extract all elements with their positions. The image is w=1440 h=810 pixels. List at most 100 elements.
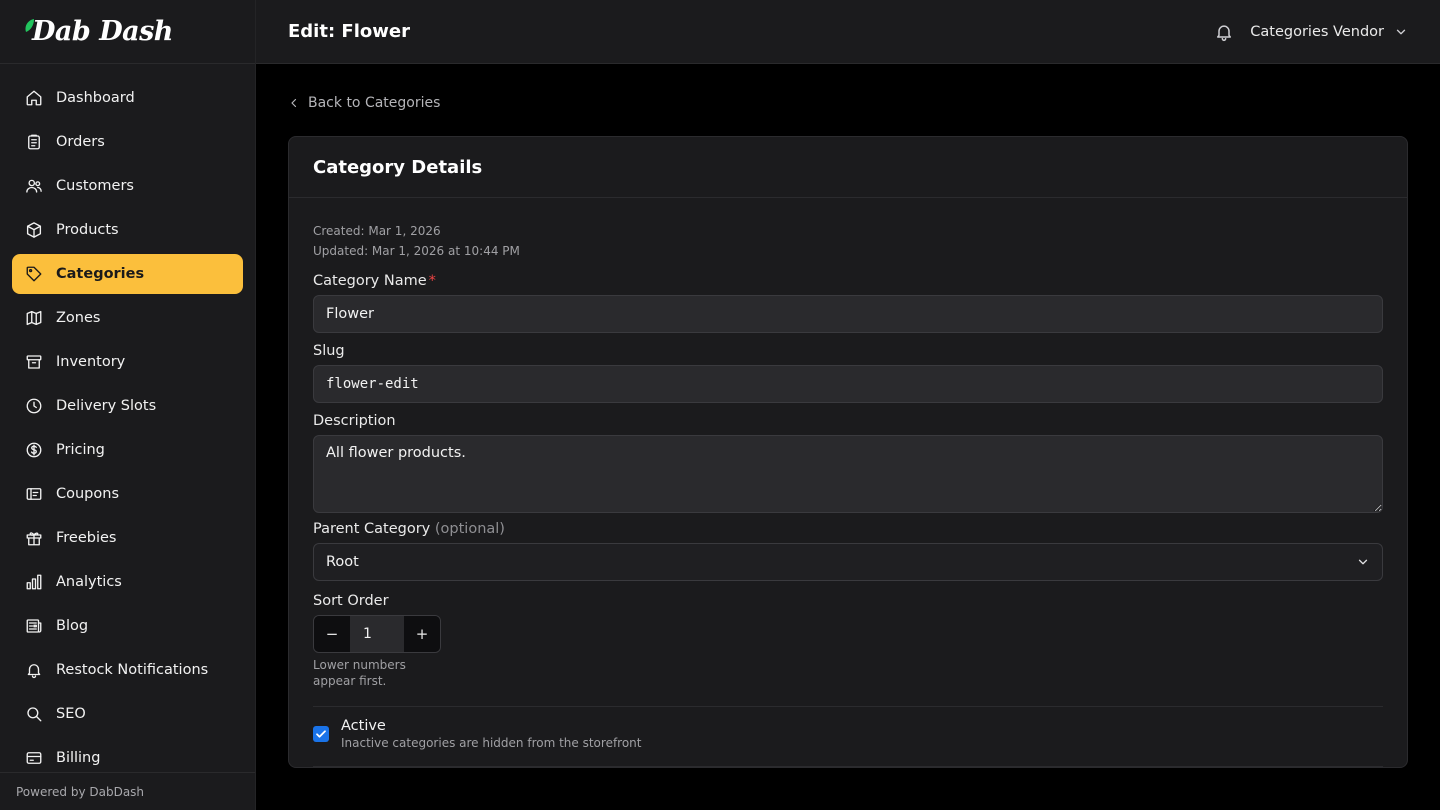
sidebar-item-customers[interactable]: Customers: [12, 166, 243, 206]
active-description: Inactive categories are hidden from the …: [341, 736, 642, 750]
sidebar-item-products[interactable]: Products: [12, 210, 243, 250]
chevron-down-icon: [1394, 25, 1408, 39]
topbar: Edit: Flower Categories Vendor: [256, 0, 1440, 64]
newspaper-icon: [24, 616, 44, 636]
active-label: Active: [341, 718, 386, 734]
checkmark-icon: [316, 730, 326, 738]
sidebar-item-label: Orders: [56, 134, 105, 150]
search-icon: [24, 704, 44, 724]
chevron-down-icon: [1356, 555, 1370, 569]
page-title: Edit: Flower: [288, 21, 410, 42]
sidebar-item-delivery-slots[interactable]: Delivery Slots: [12, 386, 243, 426]
coupon-icon: [24, 484, 44, 504]
vendor-menu[interactable]: Categories Vendor: [1250, 24, 1408, 40]
sort-order-stepper: − 1 +: [313, 615, 441, 653]
bar-chart-icon: [24, 572, 44, 592]
parent-category-select[interactable]: Root: [313, 543, 1383, 581]
sidebar-item-coupons[interactable]: Coupons: [12, 474, 243, 514]
brand-name: Dab Dash: [32, 16, 173, 47]
sidebar-item-label: Dashboard: [56, 90, 135, 106]
sidebar-item-dashboard[interactable]: Dashboard: [12, 78, 243, 118]
optional-hint: (optional): [434, 521, 505, 537]
users-icon: [24, 176, 44, 196]
sidebar-nav: Dashboard Orders Customers Products Cate…: [0, 64, 255, 778]
sidebar-item-label: Analytics: [56, 574, 122, 590]
slug-input[interactable]: [313, 365, 1383, 403]
sidebar-item-label: Delivery Slots: [56, 398, 157, 414]
vendor-name: Categories Vendor: [1250, 23, 1384, 40]
notifications-bell-icon[interactable]: [1214, 22, 1234, 42]
home-icon: [24, 88, 44, 108]
sidebar-item-orders[interactable]: Orders: [12, 122, 243, 162]
description-label: Description: [313, 413, 396, 429]
category-name-input[interactable]: [313, 295, 1383, 333]
updated-date: Updated: Mar 1, 2026 at 10:44 PM: [313, 244, 520, 258]
credit-card-icon: [24, 748, 44, 768]
tag-icon: [24, 264, 44, 284]
sidebar-item-categories[interactable]: Categories: [12, 254, 243, 294]
sidebar-item-blog[interactable]: Blog: [12, 606, 243, 646]
archive-icon: [24, 352, 44, 372]
active-checkbox[interactable]: [313, 726, 329, 742]
logo[interactable]: Dab Dash: [0, 0, 255, 64]
parent-category-value: Root: [326, 554, 359, 570]
description-textarea[interactable]: All flower products.: [313, 435, 1383, 513]
timestamps: Created: Mar 1, 2026 Updated: Mar 1, 202…: [313, 221, 1383, 261]
chevron-left-icon: [288, 97, 300, 109]
card-body: Created: Mar 1, 2026 Updated: Mar 1, 202…: [289, 198, 1407, 767]
sort-order-hint: Lower numbers appear first.: [313, 658, 406, 688]
sidebar-item-label: Restock Notifications: [56, 662, 209, 678]
page-content: Back to Categories Category Details Crea…: [256, 64, 1440, 810]
sort-order-input[interactable]: 1: [350, 616, 404, 652]
divider: [313, 766, 1383, 767]
box-icon: [24, 220, 44, 240]
category-details-card: Category Details Created: Mar 1, 2026 Up…: [288, 136, 1408, 768]
active-toggle-row: Active Inactive categories are hidden fr…: [313, 707, 1383, 766]
category-name-label: Category Name *: [313, 273, 1383, 289]
map-icon: [24, 308, 44, 328]
card-header: Category Details: [289, 137, 1407, 198]
parent-category-label: Parent Category (optional): [313, 521, 1383, 537]
leaf-icon: [25, 19, 34, 32]
sidebar-item-label: Zones: [56, 310, 101, 326]
sidebar-item-analytics[interactable]: Analytics: [12, 562, 243, 602]
parent-category-label-text: Parent Category: [313, 521, 431, 537]
bell-icon: [24, 660, 44, 680]
sidebar-item-label: SEO: [56, 706, 86, 722]
sidebar-item-zones[interactable]: Zones: [12, 298, 243, 338]
sidebar: Dab Dash Dashboard Orders Customers Prod…: [0, 0, 256, 810]
topbar-actions: Categories Vendor: [1214, 22, 1408, 42]
sidebar-item-seo[interactable]: SEO: [12, 694, 243, 734]
dollar-icon: [24, 440, 44, 460]
sidebar-item-label: Inventory: [56, 354, 126, 370]
clock-icon: [24, 396, 44, 416]
slug-label: Slug: [313, 343, 345, 359]
sidebar-item-label: Categories: [56, 266, 145, 282]
sidebar-item-freebies[interactable]: Freebies: [12, 518, 243, 558]
sidebar-item-restock-notifications[interactable]: Restock Notifications: [12, 650, 243, 690]
back-link-label: Back to Categories: [308, 95, 441, 111]
sidebar-item-label: Freebies: [56, 530, 117, 546]
clipboard-icon: [24, 132, 44, 152]
sidebar-item-label: Products: [56, 222, 119, 238]
main-area: Edit: Flower Categories Vendor Back to C…: [256, 0, 1440, 810]
card-title: Category Details: [313, 156, 483, 178]
back-to-categories-link[interactable]: Back to Categories: [288, 95, 440, 111]
increment-button[interactable]: +: [404, 616, 440, 652]
sidebar-item-inventory[interactable]: Inventory: [12, 342, 243, 382]
gift-icon: [24, 528, 44, 548]
sidebar-footer: Powered by DabDash: [0, 772, 255, 810]
active-text: Active Inactive categories are hidden fr…: [341, 717, 642, 750]
sidebar-item-label: Blog: [56, 618, 89, 634]
category-name-label-text: Category Name: [313, 273, 427, 289]
brand-logo: Dab Dash: [24, 16, 173, 47]
required-marker: *: [428, 273, 436, 289]
sidebar-item-label: Customers: [56, 178, 134, 194]
sort-order-label: Sort Order: [313, 593, 389, 609]
sidebar-item-label: Pricing: [56, 442, 105, 458]
sidebar-item-label: Coupons: [56, 486, 120, 502]
created-date: Created: Mar 1, 2026: [313, 224, 441, 238]
sidebar-item-label: Billing: [56, 750, 101, 766]
decrement-button[interactable]: −: [314, 616, 350, 652]
sidebar-item-pricing[interactable]: Pricing: [12, 430, 243, 470]
